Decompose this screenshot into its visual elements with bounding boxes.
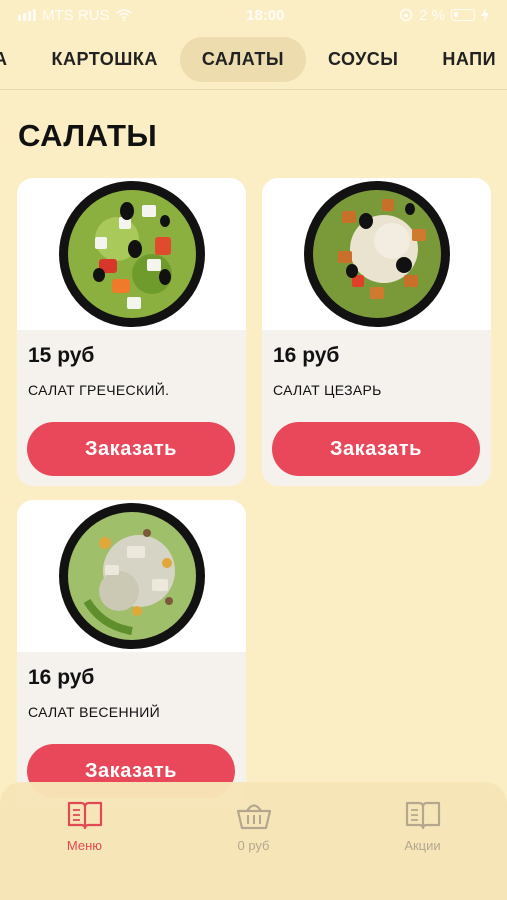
product-card: 16 руб САЛАТ ВЕСЕННИЙ Заказать — [17, 500, 246, 808]
carrier-label: MTS RUS — [42, 6, 110, 24]
product-image-area[interactable] — [262, 178, 491, 330]
tab-salads[interactable]: САЛАТЫ — [179, 37, 306, 82]
wifi-icon — [116, 9, 131, 21]
signal-icon — [18, 9, 36, 21]
tab-sauces[interactable]: СОУСЫ — [306, 37, 420, 82]
menu-book-icon — [67, 801, 102, 830]
tab-drinks[interactable]: НАПИ — [420, 37, 507, 82]
product-card: 16 руб САЛАТ ЦЕЗАРЬ Заказать — [262, 178, 491, 486]
greek-salad-image — [58, 181, 205, 327]
nav-cart[interactable]: 0 руб — [194, 800, 314, 853]
basket-icon — [236, 804, 271, 830]
battery-percent: 2 % — [419, 6, 445, 24]
tab-prev-category[interactable]: А — [0, 37, 30, 82]
spring-salad-image — [58, 503, 205, 649]
status-bar: MTS RUS 18:00 2 % — [0, 0, 507, 30]
product-image-area[interactable] — [17, 178, 246, 330]
nav-menu[interactable]: Меню — [25, 800, 145, 853]
category-tabs: А КАРТОШКА САЛАТЫ СОУСЫ НАПИ — [0, 30, 507, 90]
nav-promotions-label: Акции — [404, 838, 441, 853]
nav-cart-label: 0 руб — [237, 838, 270, 853]
section-title: САЛАТЫ — [18, 118, 158, 153]
caesar-salad-image — [303, 181, 450, 327]
product-name: САЛАТ ЦЕЗАРЬ — [273, 382, 382, 398]
nav-menu-label: Меню — [66, 838, 103, 853]
product-price: 16 руб — [28, 666, 95, 689]
nav-promotions[interactable]: Акции — [363, 800, 483, 853]
tab-potatoes[interactable]: КАРТОШКА — [30, 37, 180, 82]
order-button[interactable]: Заказать — [272, 422, 480, 476]
product-name: САЛАТ ВЕСЕННИЙ — [28, 704, 160, 720]
product-name: САЛАТ ГРЕЧЕСКИЙ. — [28, 382, 170, 398]
product-price: 16 руб — [273, 344, 340, 367]
product-image-area[interactable] — [17, 500, 246, 652]
battery-icon — [450, 9, 475, 21]
promo-book-icon — [405, 801, 440, 830]
rotation-lock-icon — [399, 8, 413, 22]
charging-icon — [480, 8, 489, 22]
clock: 18:00 — [246, 6, 285, 24]
product-card: 15 руб САЛАТ ГРЕЧЕСКИЙ. Заказать — [17, 178, 246, 486]
bottom-navigation: Меню 0 руб Акции — [0, 782, 507, 900]
order-button[interactable]: Заказать — [27, 422, 235, 476]
product-price: 15 руб — [28, 344, 95, 367]
